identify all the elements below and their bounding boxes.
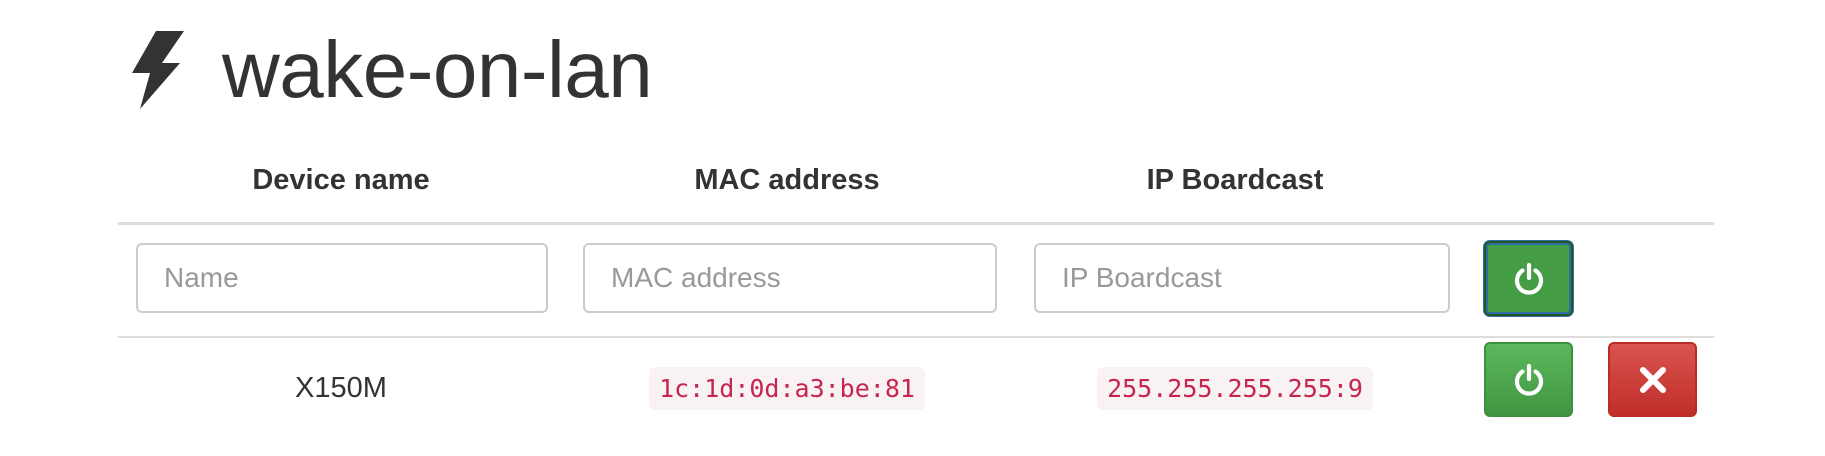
column-header-mac-address: MAC address: [694, 164, 880, 196]
devices-table: Device name MAC address IP Boardcast X15…: [118, 150, 1714, 438]
ip-broadcast-input[interactable]: [1034, 243, 1450, 313]
power-icon: [1512, 363, 1546, 397]
device-name-text: X150M: [295, 371, 387, 404]
device-ip: 255.255.255.255:9: [1010, 338, 1460, 438]
mac-address-code: 1c:1d:0d:a3:be:81: [649, 366, 925, 410]
page-title: wake-on-lan: [222, 25, 653, 114]
wake-device-button[interactable]: [1484, 342, 1573, 417]
delete-device-button[interactable]: [1608, 342, 1697, 417]
table-row: X150M 1c:1d:0d:a3:be:81 255.255.255.255:…: [118, 338, 1714, 438]
device-name-input[interactable]: [136, 243, 548, 313]
device-mac: 1c:1d:0d:a3:be:81: [564, 338, 1010, 438]
add-device-button[interactable]: [1484, 241, 1573, 316]
device-name: X150M: [118, 338, 564, 438]
column-header-device-name: Device name: [252, 164, 430, 196]
power-icon: [1512, 262, 1546, 296]
new-device-row: [118, 225, 1714, 338]
table-header: Device name MAC address IP Boardcast: [118, 150, 1714, 225]
close-icon: [1638, 365, 1668, 395]
mac-address-input[interactable]: [583, 243, 997, 313]
column-header-ip-broadcast: IP Boardcast: [1146, 164, 1324, 196]
page-header: wake-on-lan: [126, 20, 653, 120]
bolt-icon: [126, 29, 188, 111]
ip-broadcast-code: 255.255.255.255:9: [1097, 366, 1373, 410]
